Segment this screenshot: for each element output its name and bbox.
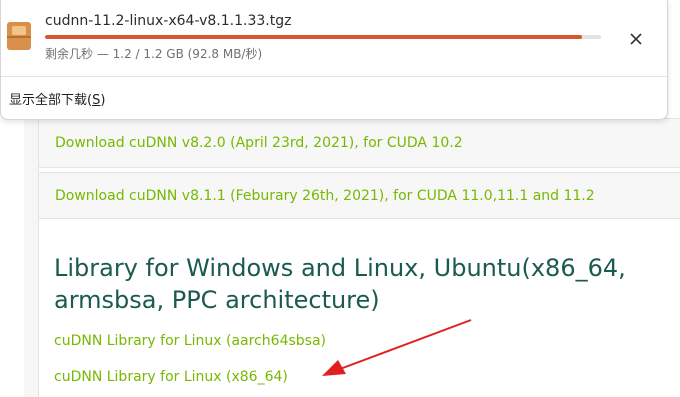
download-status-text: 剩余几秒 — 1.2 / 1.2 GB (92.8 MB/秒) xyxy=(45,47,263,61)
show-all-suffix: ) xyxy=(100,93,106,108)
download-row-label[interactable]: Download cuDNN v8.2.0 (April 23rd, 2021)… xyxy=(55,135,463,151)
panel-divider xyxy=(1,76,669,77)
downloads-panel: cudnn-11.2-linux-x64-v8.1.1.33.tgz 剩余几秒 … xyxy=(0,0,669,120)
download-file-name[interactable]: cudnn-11.2-linux-x64-v8.1.1.33.tgz xyxy=(45,13,291,29)
link-linux-x86-64[interactable]: cuDNN Library for Linux (x86_64) xyxy=(54,369,288,385)
show-all-label: 显示全部下载( xyxy=(9,93,93,108)
download-row-cudnn-v811[interactable]: Download cuDNN v8.1.1 (Feburary 26th, 20… xyxy=(38,172,680,219)
download-row-label[interactable]: Download cuDNN v8.1.1 (Feburary 26th, 20… xyxy=(55,188,595,204)
close-icon xyxy=(630,33,642,45)
download-progress-bar xyxy=(45,35,601,39)
archive-icon xyxy=(7,22,31,50)
section-title: Library for Windows and Linux, Ubuntu(x8… xyxy=(54,254,626,314)
show-all-downloads-button[interactable]: 显示全部下载(S) xyxy=(9,89,105,108)
close-button[interactable] xyxy=(621,24,651,54)
link-linux-aarch64sbsa[interactable]: cuDNN Library for Linux (aarch64sbsa) xyxy=(54,333,326,349)
download-progress-fill xyxy=(45,35,582,39)
download-row-cudnn-v820[interactable]: Download cuDNN v8.2.0 (April 23rd, 2021)… xyxy=(38,118,680,168)
